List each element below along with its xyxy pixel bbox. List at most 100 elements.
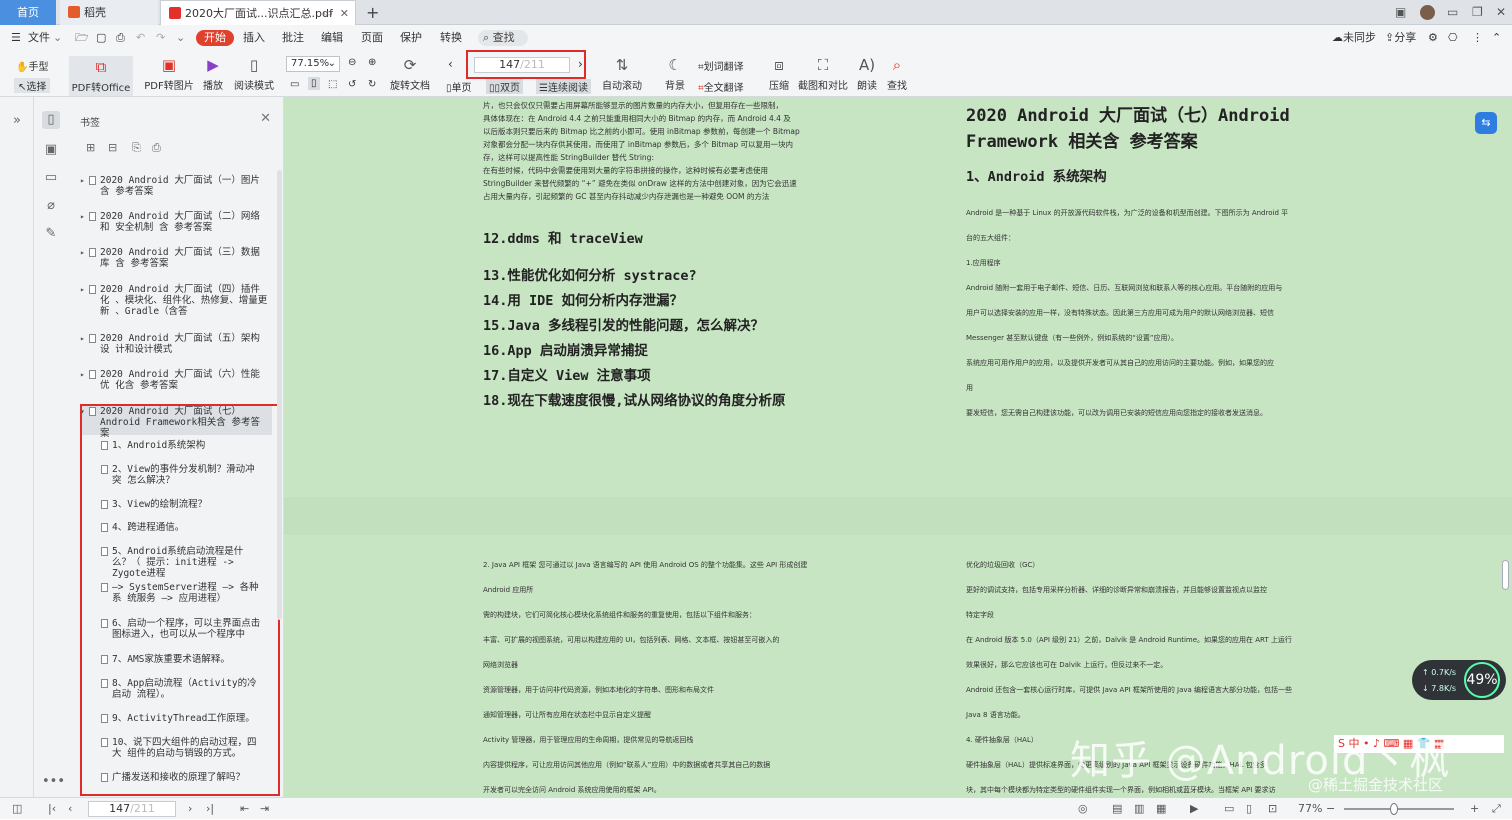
- avatar[interactable]: [1420, 5, 1435, 20]
- expand-all-icon[interactable]: ⊞: [86, 141, 95, 154]
- comment-icon[interactable]: ▭: [42, 169, 60, 187]
- status-zoom[interactable]: 77%: [1298, 798, 1322, 820]
- continuous-view-icon[interactable]: ▦: [1156, 798, 1166, 820]
- attachment-icon[interactable]: ⌀: [42, 197, 60, 215]
- collapse-all-icon[interactable]: ⊟: [108, 141, 117, 154]
- zoom-select[interactable]: 77.15% ⌄: [286, 56, 340, 72]
- bookmark-icon[interactable]: ⎙: [152, 141, 161, 155]
- full-translate-button[interactable]: ⌗全文翻译: [698, 79, 744, 94]
- read-mode-button[interactable]: ▯ 阅读模式: [232, 56, 276, 92]
- signature-icon[interactable]: ✎: [42, 225, 60, 243]
- more-dropdown-icon[interactable]: ⌄: [176, 25, 185, 51]
- bookmark-panel-icon[interactable]: ▯: [42, 111, 60, 129]
- single-page-view-icon[interactable]: ▤: [1112, 798, 1122, 820]
- bookmark-item[interactable]: ▸ 2020 Android 大厂面试（六）性能优 化含 参考答案: [80, 369, 268, 391]
- double-page-button[interactable]: ▯▯双页: [486, 79, 524, 94]
- find-button[interactable]: ⌕ 查找: [886, 56, 908, 92]
- document-view[interactable]: 片，也只会仅仅只需要占用屏幕所能够显示的图片数量的内存大小，但复用存在一些限制，…: [284, 97, 1512, 797]
- tab-pdf-document[interactable]: 2020大厂面试...识点汇总.pdf ▭ ✕: [160, 0, 356, 25]
- crop-icon[interactable]: ⬚: [328, 79, 337, 90]
- word-translate-button[interactable]: ⌗划词翻译: [698, 58, 744, 73]
- fit-width-icon[interactable]: ▭: [1224, 798, 1234, 820]
- collapse-ribbon-icon[interactable]: ⌃: [1492, 25, 1501, 51]
- close-tab-icon[interactable]: ✕: [340, 1, 349, 26]
- undo-icon[interactable]: ↶: [136, 25, 145, 51]
- eye-care-icon[interactable]: ◎: [1078, 798, 1088, 820]
- zoom-slider[interactable]: [1344, 808, 1454, 810]
- prev-page-icon[interactable]: ‹: [448, 57, 453, 71]
- first-page-icon[interactable]: |‹: [48, 798, 56, 820]
- bookmark-item[interactable]: ▸ 2020 Android 大厂面试（四）插件化 、模块化、组件化、热修复、增量…: [80, 284, 268, 317]
- zoom-out-icon[interactable]: ⊖: [348, 57, 356, 68]
- play-button[interactable]: ▶ 播放: [200, 56, 226, 92]
- fit-page-icon[interactable]: ▯: [1246, 798, 1252, 820]
- new-tab-button[interactable]: +: [366, 0, 379, 25]
- bookmark-item[interactable]: ▸ 2020 Android 大厂面试（一）图片 含 参考答案: [80, 175, 268, 197]
- forward-icon[interactable]: ⇥: [260, 798, 269, 820]
- restore-icon[interactable]: ❐: [1472, 0, 1483, 25]
- prev-page-icon[interactable]: ‹: [68, 798, 72, 820]
- close-panel-icon[interactable]: ✕: [260, 111, 271, 126]
- network-speed-widget[interactable]: ↑ 0.7K/s ↓ 7.8K/s 49%: [1412, 660, 1506, 700]
- close-window-icon[interactable]: ✕: [1496, 0, 1506, 25]
- save-icon[interactable]: ▢: [96, 25, 106, 51]
- screenshot-compare-button[interactable]: ⛶ 截图和对比: [798, 56, 848, 92]
- menu-search[interactable]: ⌕ 查找: [478, 30, 528, 46]
- next-page-icon[interactable]: ›: [188, 798, 192, 820]
- select-tool[interactable]: ↖选择: [14, 78, 51, 93]
- share-button[interactable]: ⇪分享: [1385, 25, 1416, 51]
- single-page-button[interactable]: ▯单页: [446, 79, 472, 94]
- tab-home[interactable]: 首页: [0, 0, 56, 25]
- menu-protect[interactable]: 保护: [400, 25, 422, 51]
- auto-scroll-button[interactable]: ⇅ 自动滚动: [600, 56, 644, 92]
- sync-status[interactable]: ☁未同步: [1332, 25, 1376, 51]
- print-icon[interactable]: ⎙: [116, 25, 125, 51]
- bookmark-item[interactable]: ▸ 2020 Android 大厂面试（三）数据库 含 参考答案: [80, 247, 268, 269]
- read-aloud-button[interactable]: A) 朗读: [856, 56, 878, 92]
- zoom-out-icon[interactable]: −: [1326, 798, 1335, 820]
- hand-tool[interactable]: ✋手型: [16, 58, 48, 73]
- zoom-in-icon[interactable]: +: [1470, 798, 1479, 820]
- layout-icon[interactable]: ▣: [1395, 0, 1406, 25]
- bookmark-item[interactable]: ▸ 2020 Android 大厂面试（五）架构设 计和设计模式: [80, 333, 268, 355]
- actual-size-icon[interactable]: ⊡: [1268, 798, 1277, 820]
- minimize-to-tray-icon[interactable]: ▭: [1447, 0, 1458, 25]
- fit-page-icon[interactable]: ▯: [308, 77, 320, 90]
- floating-tool-button[interactable]: ⇆: [1475, 112, 1497, 134]
- menu-page[interactable]: 页面: [361, 25, 383, 51]
- thumbnail-icon[interactable]: ▣: [42, 141, 60, 159]
- last-page-icon[interactable]: ›|: [206, 798, 214, 820]
- bookmark-item[interactable]: ▸ 2020 Android 大厂面试（二）网络和 安全机制 含 参考答案: [80, 211, 268, 233]
- menu-convert[interactable]: 转换: [440, 25, 462, 51]
- menu-icon[interactable]: ☰: [11, 25, 21, 51]
- pin-icon[interactable]: ▭: [324, 1, 333, 26]
- pdf-to-office-button[interactable]: ⧉ PDF转Office: [69, 56, 133, 96]
- menu-insert[interactable]: 插入: [243, 25, 265, 51]
- toggle-sidebar-icon[interactable]: ◫: [12, 798, 22, 820]
- more-icon[interactable]: ⋮: [1472, 25, 1483, 51]
- rotate-right-icon[interactable]: ↻: [368, 79, 376, 90]
- double-page-view-icon[interactable]: ▥: [1134, 798, 1144, 820]
- continuous-read-button[interactable]: ☰连续阅读: [536, 79, 591, 94]
- tab-shell[interactable]: 稻壳: [60, 0, 158, 25]
- menu-edit[interactable]: 编辑: [321, 25, 343, 51]
- zoom-slider-thumb[interactable]: [1390, 803, 1398, 815]
- play-icon[interactable]: ▶: [1190, 798, 1198, 820]
- more-dots-icon[interactable]: •••: [42, 773, 65, 791]
- menu-annotate[interactable]: 批注: [282, 25, 304, 51]
- compress-button[interactable]: ⧈ 压缩: [766, 56, 792, 92]
- pdf-to-image-button[interactable]: ▣ PDF转图片: [144, 56, 194, 92]
- add-bookmark-icon[interactable]: ⎘: [132, 141, 141, 155]
- panel-scrollbar[interactable]: [277, 170, 282, 620]
- open-icon[interactable]: 🗁: [75, 25, 89, 51]
- redo-icon[interactable]: ↷: [156, 25, 165, 51]
- skin-icon[interactable]: ⎔: [1448, 25, 1458, 51]
- background-button[interactable]: ☾ 背景: [660, 56, 690, 92]
- menu-start[interactable]: 开始: [196, 30, 234, 46]
- document-scrollbar[interactable]: [1502, 560, 1509, 590]
- file-dropdown-icon[interactable]: ⌄: [53, 25, 62, 51]
- collapse-rail-icon[interactable]: »: [8, 112, 26, 130]
- status-page-input[interactable]: 147/211: [88, 801, 176, 817]
- menu-file[interactable]: 文件: [28, 25, 50, 51]
- rotate-document-button[interactable]: ⟳ 旋转文档: [390, 56, 430, 92]
